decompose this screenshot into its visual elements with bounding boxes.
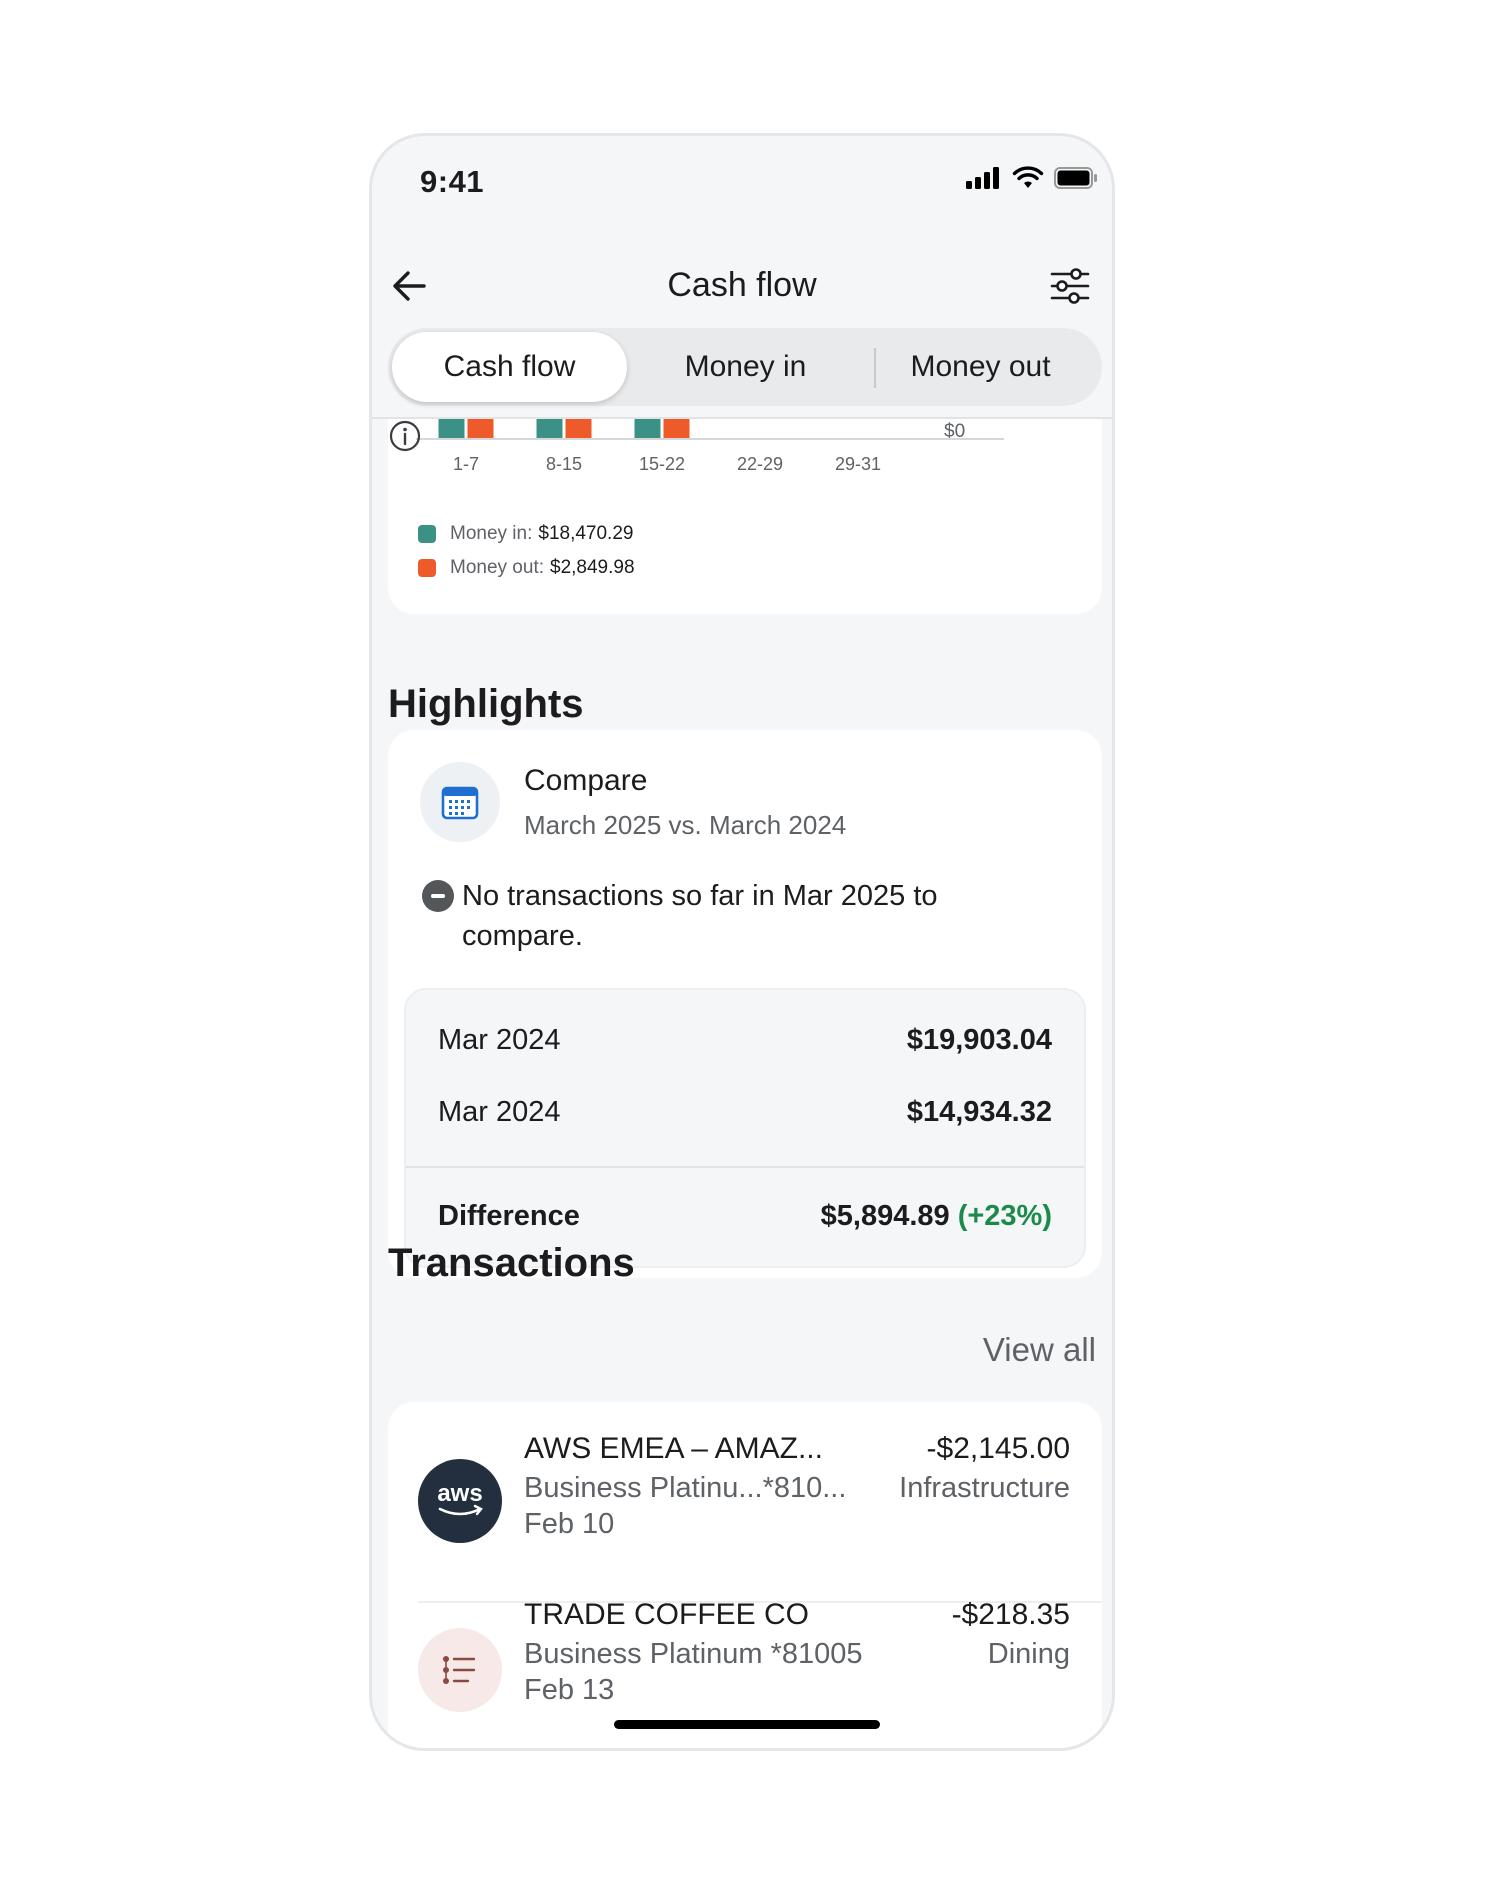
compare-subtitle: March 2025 vs. March 2024	[524, 810, 847, 840]
list-icon	[443, 1656, 476, 1684]
transaction-amount: -$2,145.00	[926, 1432, 1070, 1465]
bar-money-in-1-7[interactable]	[438, 419, 465, 438]
navigation-bar: Cash flow	[372, 246, 1112, 326]
x-tick-label: 8-15	[546, 454, 582, 474]
bar-money-in-8-15[interactable]	[536, 419, 563, 438]
comparison-table: Mar 2024 $19,903.04 Mar 2024 $14,934.32 …	[404, 988, 1086, 1268]
difference-percent: (+23%)	[957, 1200, 1052, 1232]
difference-value: $5,894.89 (+23%)	[821, 1200, 1052, 1233]
comparison-amount: $19,903.04	[906, 1024, 1052, 1056]
info-icon[interactable]	[388, 419, 422, 453]
transactions-card: aws AWS EMEA – AMAZ... Business Platinu.…	[388, 1402, 1102, 1748]
bar-money-out-15-22[interactable]	[663, 419, 690, 438]
svg-text:aws: aws	[437, 1480, 482, 1507]
legend-money-out: Money out: $2,849.98	[418, 551, 635, 585]
comparison-period-label: Mar 2024	[438, 1096, 561, 1128]
battery-icon	[1054, 167, 1097, 189]
aws-logo: aws	[418, 1459, 502, 1543]
legend-label-money-out: Money out:	[450, 557, 544, 578]
page-title: Cash flow	[667, 266, 817, 304]
transaction-amount: -$218.35	[951, 1598, 1070, 1631]
status-bar: 9:41	[372, 136, 1112, 226]
transaction-date: Feb 13	[524, 1674, 615, 1706]
x-tick-label: 29-31	[835, 454, 881, 474]
phone-frame: 9:41 Cash flow Cash flow Money in Money …	[369, 133, 1115, 1751]
legend-label-money-in: Money in:	[450, 523, 533, 544]
transaction-row[interactable]: aws AWS EMEA – AMAZ... Business Platinu.…	[388, 1402, 1102, 1600]
transaction-merchant: AWS EMEA – AMAZ...	[524, 1432, 823, 1465]
highlights-card: Compare March 2025 vs. March 2024 No tra…	[388, 730, 1102, 1278]
status-time: 9:41	[420, 164, 485, 199]
bar-money-out-8-15[interactable]	[565, 419, 592, 438]
status-icons	[966, 166, 1098, 190]
transaction-date: Feb 10	[524, 1508, 615, 1540]
chart-legend: Money in: $18,470.29 Money out: $2,849.9…	[418, 517, 635, 585]
filter-sliders-icon[interactable]	[1048, 264, 1092, 308]
comparison-amount: $14,934.32	[906, 1096, 1052, 1128]
difference-amount: $5,894.89	[820, 1200, 950, 1232]
cellular-signal-icon	[966, 167, 999, 189]
transactions-heading: Transactions	[388, 1241, 635, 1285]
calendar-icon	[441, 786, 479, 820]
tab-money-out[interactable]: Money out	[863, 332, 1098, 402]
view-segmented-control: Cash flow Money in Money out	[388, 328, 1102, 406]
compare-title: Compare	[524, 764, 648, 797]
comparison-period-label: Mar 2024	[438, 1024, 561, 1056]
cash-flow-chart-card: $0 1-7 8-15 15-22 22-29 29-31 Money in: $18,…	[388, 419, 1102, 614]
comparison-divider	[406, 1166, 1084, 1168]
home-indicator	[614, 1720, 880, 1729]
transaction-account: Business Platinu...*810...	[524, 1472, 847, 1504]
legend-swatch-money-in	[418, 525, 436, 543]
difference-row: Difference $5,894.89 (+23%)	[438, 1200, 1052, 1233]
x-tick-label: 1-7	[453, 454, 479, 474]
legend-value-money-in: $18,470.29	[538, 523, 634, 544]
bar-money-out-1-7[interactable]	[467, 419, 494, 438]
no-transactions-message: No transactions so far in Mar 2025 to co…	[462, 880, 938, 952]
transaction-account: Business Platinum *81005	[524, 1638, 863, 1670]
view-all-link[interactable]: View all	[983, 1331, 1096, 1369]
legend-swatch-money-out	[418, 559, 436, 577]
calendar-icon-badge	[420, 762, 500, 842]
x-tick-label: 22-29	[737, 454, 783, 474]
transaction-category: Dining	[987, 1638, 1070, 1670]
tab-money-in[interactable]: Money in	[628, 332, 863, 402]
comparison-row: Mar 2024 $19,903.04	[438, 1024, 1052, 1057]
cash-flow-bar-chart[interactable]: $0 1-7 8-15 15-22 22-29 29-31	[388, 419, 1102, 509]
comparison-row: Mar 2024 $14,934.32	[438, 1096, 1052, 1129]
y-tick-label: $0	[944, 421, 965, 442]
highlights-heading: Highlights	[388, 682, 584, 726]
dining-category-badge	[418, 1628, 502, 1712]
x-tick-label: 15-22	[639, 454, 685, 474]
legend-money-in: Money in: $18,470.29	[418, 517, 635, 551]
bar-money-in-15-22[interactable]	[634, 419, 661, 438]
aws-logo-mark: aws	[437, 1480, 483, 1516]
wifi-icon	[1012, 166, 1044, 188]
minus-circle-icon	[422, 880, 454, 912]
difference-label: Difference	[438, 1200, 580, 1232]
transaction-category: Infrastructure	[899, 1472, 1070, 1504]
tab-cash-flow[interactable]: Cash flow	[392, 332, 627, 402]
transaction-merchant: TRADE COFFEE CO	[524, 1598, 810, 1631]
legend-value-money-out: $2,849.98	[550, 557, 635, 578]
